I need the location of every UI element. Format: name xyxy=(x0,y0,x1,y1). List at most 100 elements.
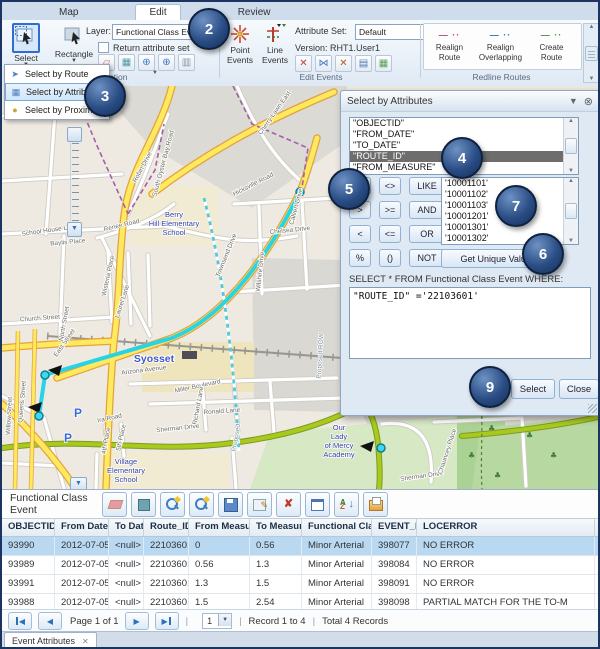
first-page-button[interactable]: ◀ xyxy=(8,612,32,630)
pan-to-selection-button[interactable] xyxy=(189,492,214,517)
map-label: P xyxy=(74,406,82,420)
total-records-text: Total 4 Records xyxy=(322,616,388,627)
field-list-scrollbar[interactable]: ▲▼ xyxy=(563,118,578,174)
last-page-button[interactable]: ▶ xyxy=(155,612,179,630)
map-pan-down-icon[interactable]: ▼ xyxy=(70,477,87,489)
tab-event-attributes[interactable]: Event Attributes ✕ xyxy=(4,632,97,649)
separator: | xyxy=(186,616,188,627)
dialog-close-label: Close xyxy=(567,384,591,395)
sql-expression-input[interactable]: "ROUTE_ID" ='22103601' xyxy=(349,287,591,359)
separator: | xyxy=(239,616,241,627)
redline-button-3[interactable]: — ··CreateRoute xyxy=(526,24,577,69)
event-grid-icon[interactable]: ▦ xyxy=(375,55,392,72)
operator-button-()[interactable]: () xyxy=(379,249,401,267)
dialog-select-button[interactable]: Select xyxy=(511,379,555,399)
scroll-up-icon[interactable]: ▲ xyxy=(568,178,574,184)
redline-button-1[interactable]: — ··RealignRoute xyxy=(424,24,475,69)
operator-button-NOT[interactable]: NOT xyxy=(409,249,445,267)
column-header-functional-class[interactable]: Functional Class xyxy=(302,519,372,536)
tab-review[interactable]: Review xyxy=(225,5,284,20)
sort-records-button[interactable]: Z xyxy=(334,492,359,517)
column-header-to-measure[interactable]: To Measure xyxy=(250,519,302,536)
pan-to-selection-icon[interactable]: ⊕ xyxy=(158,54,175,71)
scrollbar-thumb[interactable] xyxy=(585,46,598,61)
scrollbar-thumb[interactable] xyxy=(565,138,577,154)
merge-event-icon[interactable]: ⋈ xyxy=(315,55,332,72)
next-page-button[interactable]: ▶ xyxy=(125,612,149,630)
tab-close-icon[interactable]: ✕ xyxy=(82,637,89,646)
tab-map[interactable]: Map xyxy=(46,5,91,20)
scrollbar-thumb[interactable] xyxy=(565,203,577,219)
table-row[interactable]: 939902012-07-05<null>2210360100.56Minor … xyxy=(2,537,598,556)
return-attribute-set-checkbox[interactable] xyxy=(98,42,109,53)
dialog-close-button[interactable]: Close xyxy=(559,379,599,399)
column-header-from-date[interactable]: From Date xyxy=(55,519,109,536)
column-header-objectid[interactable]: OBJECTID xyxy=(2,519,55,536)
field-item[interactable]: "OBJECTID" xyxy=(350,118,578,129)
operator-button-<>[interactable]: <> xyxy=(379,177,401,195)
select-button[interactable]: Select ▼ xyxy=(5,23,47,67)
operator-button-OR[interactable]: OR xyxy=(409,225,445,243)
line-events-button[interactable]: Line Events xyxy=(258,23,292,65)
column-header-locerror[interactable]: LOCERROR xyxy=(417,519,595,536)
redline-button-2[interactable]: — ··RealignOverlapping xyxy=(475,24,526,69)
table-row[interactable]: 939892012-07-05<null>221036010.561.3Mino… xyxy=(2,556,598,575)
selection-options-icon[interactable]: ▥ xyxy=(178,54,195,71)
redline-dash-icon: — ·· xyxy=(490,30,512,41)
zoom-to-selection-button[interactable] xyxy=(160,492,185,517)
dialog-close-icon[interactable]: ⊗ xyxy=(584,95,593,108)
event-form-icon[interactable]: ▤ xyxy=(355,55,372,72)
column-header-from-measure[interactable]: From Measure xyxy=(189,519,250,536)
ribbon-scrollbar[interactable]: ▲ ▼ xyxy=(583,23,600,83)
edit-table-icon xyxy=(252,497,267,512)
operator-button-<[interactable]: < xyxy=(349,225,371,243)
values-list-scrollbar[interactable]: ▲▼ xyxy=(563,178,578,244)
dialog-resize-grip[interactable] xyxy=(588,404,597,413)
operator-button-%[interactable]: % xyxy=(349,249,371,267)
scroll-up-icon[interactable]: ▲ xyxy=(589,24,595,30)
square-icon xyxy=(136,497,151,512)
operator-button-AND[interactable]: AND xyxy=(409,201,445,219)
zoom-slider-down-icon[interactable]: ▼ xyxy=(67,222,82,237)
snap-event-icon[interactable]: ✕ xyxy=(335,55,352,72)
dialog-title: Select by Attributes xyxy=(347,96,433,107)
attribute-window-button[interactable] xyxy=(305,492,330,517)
clear-selection-button[interactable] xyxy=(102,492,127,517)
cell: 22103601 xyxy=(144,537,189,555)
scroll-up-icon[interactable]: ▲ xyxy=(568,118,574,124)
delete-records-button[interactable] xyxy=(276,492,301,517)
zoom-slider-handle[interactable] xyxy=(67,127,82,142)
selection-table-icon[interactable]: ▦ xyxy=(118,54,135,71)
operator-button-<=[interactable]: <= xyxy=(379,225,401,243)
scroll-down-icon[interactable]: ▼ xyxy=(589,76,595,82)
table-row[interactable]: 939912012-07-05<null>221036011.31.5Minor… xyxy=(2,575,598,594)
operator-button->=[interactable]: >= xyxy=(379,201,401,219)
zoom-to-selection-icon[interactable]: ⊕ xyxy=(138,54,155,71)
page-dropdown-arrow-icon[interactable]: ▼ xyxy=(218,614,231,626)
map-zoom-slider[interactable]: ▼ xyxy=(67,127,82,234)
operator-button-LIKE[interactable]: LIKE xyxy=(409,177,445,195)
edit-records-button[interactable] xyxy=(247,492,272,517)
map-label: Village xyxy=(115,457,137,466)
column-header-to-date[interactable]: To Date xyxy=(109,519,144,536)
page-number-dropdown[interactable]: 1 ▼ xyxy=(202,613,232,629)
select-by-attributes-icon: ▦ xyxy=(10,86,22,98)
split-event-icon[interactable]: ✕ xyxy=(295,55,312,72)
open-form-button[interactable] xyxy=(363,492,388,517)
dialog-titlebar[interactable]: Select by Attributes ▼ ⊗ xyxy=(341,91,599,112)
line-events-label: Line xyxy=(267,45,283,55)
previous-page-button[interactable]: ◀ xyxy=(38,612,62,630)
table-body: 939902012-07-05<null>2210360100.56Minor … xyxy=(2,537,598,613)
save-results-button[interactable] xyxy=(218,492,243,517)
rectangle-dropdown-caret[interactable]: ▼ xyxy=(71,59,77,63)
switch-selection-button[interactable] xyxy=(131,492,156,517)
select-cursor-icon xyxy=(14,25,38,49)
edit-events-group-label: Edit Events xyxy=(223,72,419,82)
column-header-event_id[interactable]: EVENT_ID xyxy=(372,519,417,536)
scroll-down-icon[interactable]: ▼ xyxy=(568,238,574,244)
column-header-route_id[interactable]: Route_ID xyxy=(144,519,189,536)
scroll-down-icon[interactable]: ▼ xyxy=(568,168,574,174)
dialog-dropdown-icon[interactable]: ▼ xyxy=(569,96,578,106)
tab-edit[interactable]: Edit xyxy=(135,4,180,20)
zoom-slider-track[interactable] xyxy=(70,143,80,221)
